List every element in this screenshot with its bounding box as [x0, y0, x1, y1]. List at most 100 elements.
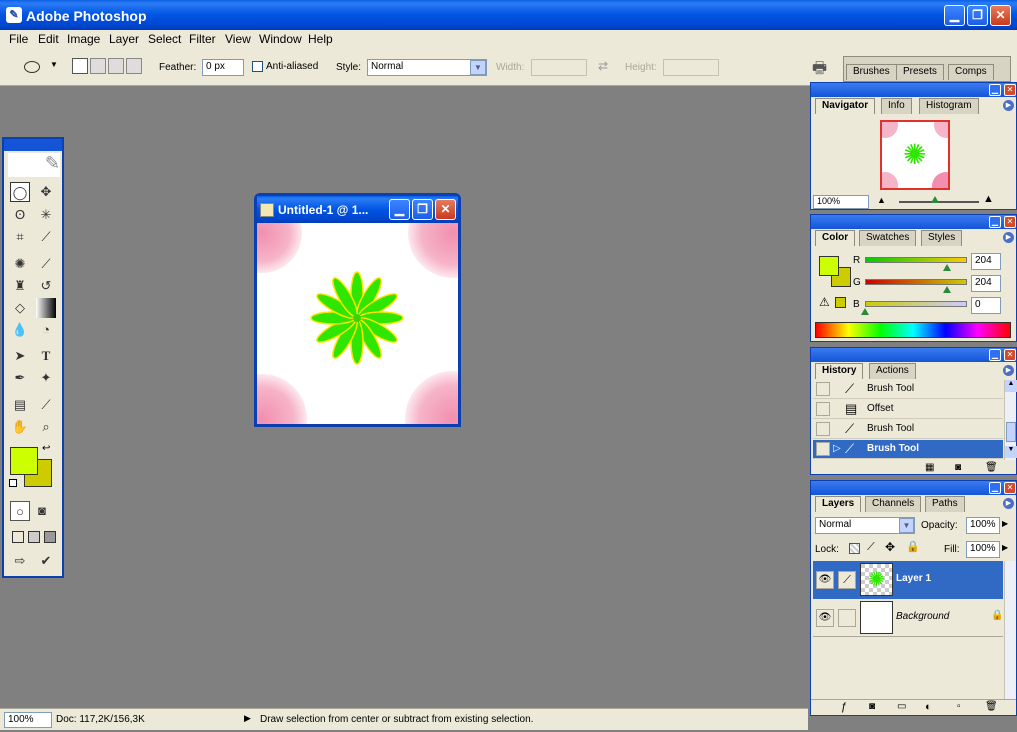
tab-color[interactable]: Color [815, 230, 856, 246]
close-button[interactable]: ✕ [990, 5, 1011, 26]
navigator-minimize-button[interactable]: ▁ [989, 84, 1001, 96]
clone-stamp-icon[interactable]: ♜ [10, 276, 30, 296]
eraser-tool-icon[interactable]: ◇ [10, 298, 30, 318]
style-dropdown-icon[interactable]: ▼ [470, 60, 486, 75]
add-selection-icon[interactable] [90, 58, 106, 74]
navigator-thumbnail[interactable]: ✺ [880, 120, 950, 190]
layer-visibility-eye-icon[interactable]: 👁 [816, 571, 834, 589]
layer-brush-link-icon[interactable]: ⟋ [838, 571, 856, 589]
toolbox-title-bar[interactable] [4, 139, 62, 151]
screen-mode-full-menu-icon[interactable] [28, 531, 40, 543]
maximize-button[interactable]: ❐ [967, 5, 988, 26]
move-tool-icon[interactable]: ✥ [36, 182, 56, 202]
navigator-menu-icon[interactable]: ▶ [1003, 100, 1014, 111]
channel-g-thumb[interactable] [942, 286, 951, 293]
history-menu-icon[interactable]: ▶ [1003, 365, 1014, 376]
blend-mode-dropdown-icon[interactable]: ▼ [899, 518, 914, 533]
edit-in-imageready-icon[interactable]: ✔ [36, 551, 56, 571]
scroll-thumb[interactable] [1006, 422, 1016, 442]
minimize-button[interactable]: ▁ [944, 5, 965, 26]
gradient-tool-icon[interactable] [36, 298, 56, 318]
layer-row[interactable]: 👁 Background 🔒 [813, 599, 1003, 637]
notes-tool-icon[interactable]: ▤ [10, 395, 30, 415]
default-colors-icon[interactable] [9, 479, 17, 487]
history-item-selected[interactable]: ▷ ⟋ Brush Tool [813, 440, 1003, 459]
doc-minimize-button[interactable]: ▁ [389, 199, 410, 220]
layers-title-bar[interactable] [811, 481, 1016, 495]
history-scrollbar[interactable]: ▲ ▼ [1004, 380, 1017, 460]
feather-input[interactable]: 0 px [202, 59, 244, 76]
tab-history[interactable]: History [815, 363, 864, 379]
tab-paths[interactable]: Paths [925, 496, 965, 512]
brush-tool-icon[interactable]: ⟋ [36, 254, 56, 274]
screen-mode-full-icon[interactable] [44, 531, 56, 543]
healing-brush-icon[interactable]: ✺ [10, 254, 30, 274]
history-title-bar[interactable] [811, 348, 1016, 362]
zoom-tool-icon[interactable]: ⌕ [36, 417, 56, 437]
new-selection-icon[interactable] [72, 58, 88, 74]
status-zoom-input[interactable]: 100% [4, 712, 52, 728]
channel-r-thumb[interactable] [942, 264, 951, 271]
navigator-zoom-input[interactable]: 100% [813, 195, 869, 209]
dodge-tool-icon[interactable]: ◔ [36, 320, 56, 340]
history-snapshot-checkbox[interactable] [816, 422, 830, 436]
tab-histogram[interactable]: Histogram [919, 98, 979, 114]
history-minimize-button[interactable]: ▁ [989, 349, 1001, 361]
color-title-bar[interactable] [811, 215, 1016, 229]
channel-g-input[interactable]: 204 [971, 275, 1001, 292]
color-fg-swatch[interactable] [819, 256, 839, 276]
history-state-pointer-icon[interactable]: ▷ [833, 443, 841, 454]
layer-link-box[interactable] [838, 609, 856, 627]
well-tab-brushes[interactable]: Brushes [846, 64, 897, 80]
menu-edit[interactable]: Edit [38, 32, 59, 46]
navigator-title-bar[interactable] [811, 83, 1016, 97]
subtract-selection-icon[interactable] [108, 58, 124, 74]
channel-r-input[interactable]: 204 [971, 253, 1001, 270]
quick-mask-icon[interactable]: ◙ [32, 501, 52, 521]
layer-mask-icon[interactable]: ◙ [869, 701, 875, 712]
tab-navigator[interactable]: Navigator [815, 98, 876, 114]
anti-aliased-checkbox[interactable] [252, 61, 263, 72]
marquee-tool-icon[interactable]: ◯ [10, 182, 30, 202]
lock-position-icon[interactable]: ✥ [885, 540, 895, 554]
tab-layers[interactable]: Layers [815, 496, 862, 512]
slice-tool-icon[interactable]: ⟋ [36, 227, 56, 247]
fill-input[interactable]: 100% [966, 541, 1000, 558]
menu-file[interactable]: File [9, 32, 28, 46]
delete-layer-icon[interactable]: 🗑 [985, 701, 998, 712]
color-minimize-button[interactable]: ▁ [989, 216, 1001, 228]
fill-arrow-icon[interactable]: ▶ [1002, 543, 1008, 552]
zoom-in-icon[interactable]: ▲ [983, 193, 994, 205]
doc-maximize-button[interactable]: ❐ [412, 199, 433, 220]
jump-to-imageready-icon[interactable]: ⇨ [10, 551, 30, 571]
intersect-selection-icon[interactable] [126, 58, 142, 74]
layer-row-selected[interactable]: 👁 ⟋ ✺ Layer 1 [813, 561, 1003, 599]
layers-close-button[interactable]: ✕ [1004, 482, 1016, 494]
history-snapshot-checkbox[interactable] [816, 442, 830, 456]
navigator-zoom-thumb[interactable] [931, 196, 939, 203]
lock-all-icon[interactable]: 🔒 [906, 540, 920, 553]
gamut-warning-icon[interactable]: ⚠ [819, 295, 830, 309]
doc-close-button[interactable]: ✕ [435, 199, 456, 220]
tab-channels[interactable]: Channels [865, 496, 922, 512]
history-item[interactable]: ▤ Offset [813, 400, 1003, 419]
channel-r-slider[interactable] [865, 257, 967, 263]
layers-scrollbar[interactable] [1004, 561, 1016, 699]
type-tool-icon[interactable]: T [36, 346, 56, 366]
menu-view[interactable]: View [225, 32, 251, 46]
document-title-bar[interactable]: Untitled-1 @ 1... ▁ ❐ ✕ [257, 196, 458, 223]
new-layer-icon[interactable]: ▫ [957, 701, 961, 712]
blur-tool-icon[interactable]: 💧 [10, 320, 30, 340]
navigator-zoom-slider[interactable] [899, 201, 979, 203]
lock-image-icon[interactable]: ⟋ [867, 541, 875, 554]
status-menu-arrow-icon[interactable]: ▶ [244, 713, 251, 724]
history-item[interactable]: ⟋ Brush Tool [813, 420, 1003, 439]
history-snapshot-checkbox[interactable] [816, 402, 830, 416]
scroll-down-icon[interactable]: ▼ [1005, 446, 1017, 458]
lasso-tool-icon[interactable]: ʘ [10, 205, 30, 225]
tab-info[interactable]: Info [881, 98, 912, 114]
zoom-out-icon[interactable]: ▲ [877, 195, 886, 205]
opacity-input[interactable]: 100% [966, 517, 1000, 534]
layers-menu-icon[interactable]: ▶ [1003, 498, 1014, 509]
custom-shape-icon[interactable]: ✦ [36, 368, 56, 388]
